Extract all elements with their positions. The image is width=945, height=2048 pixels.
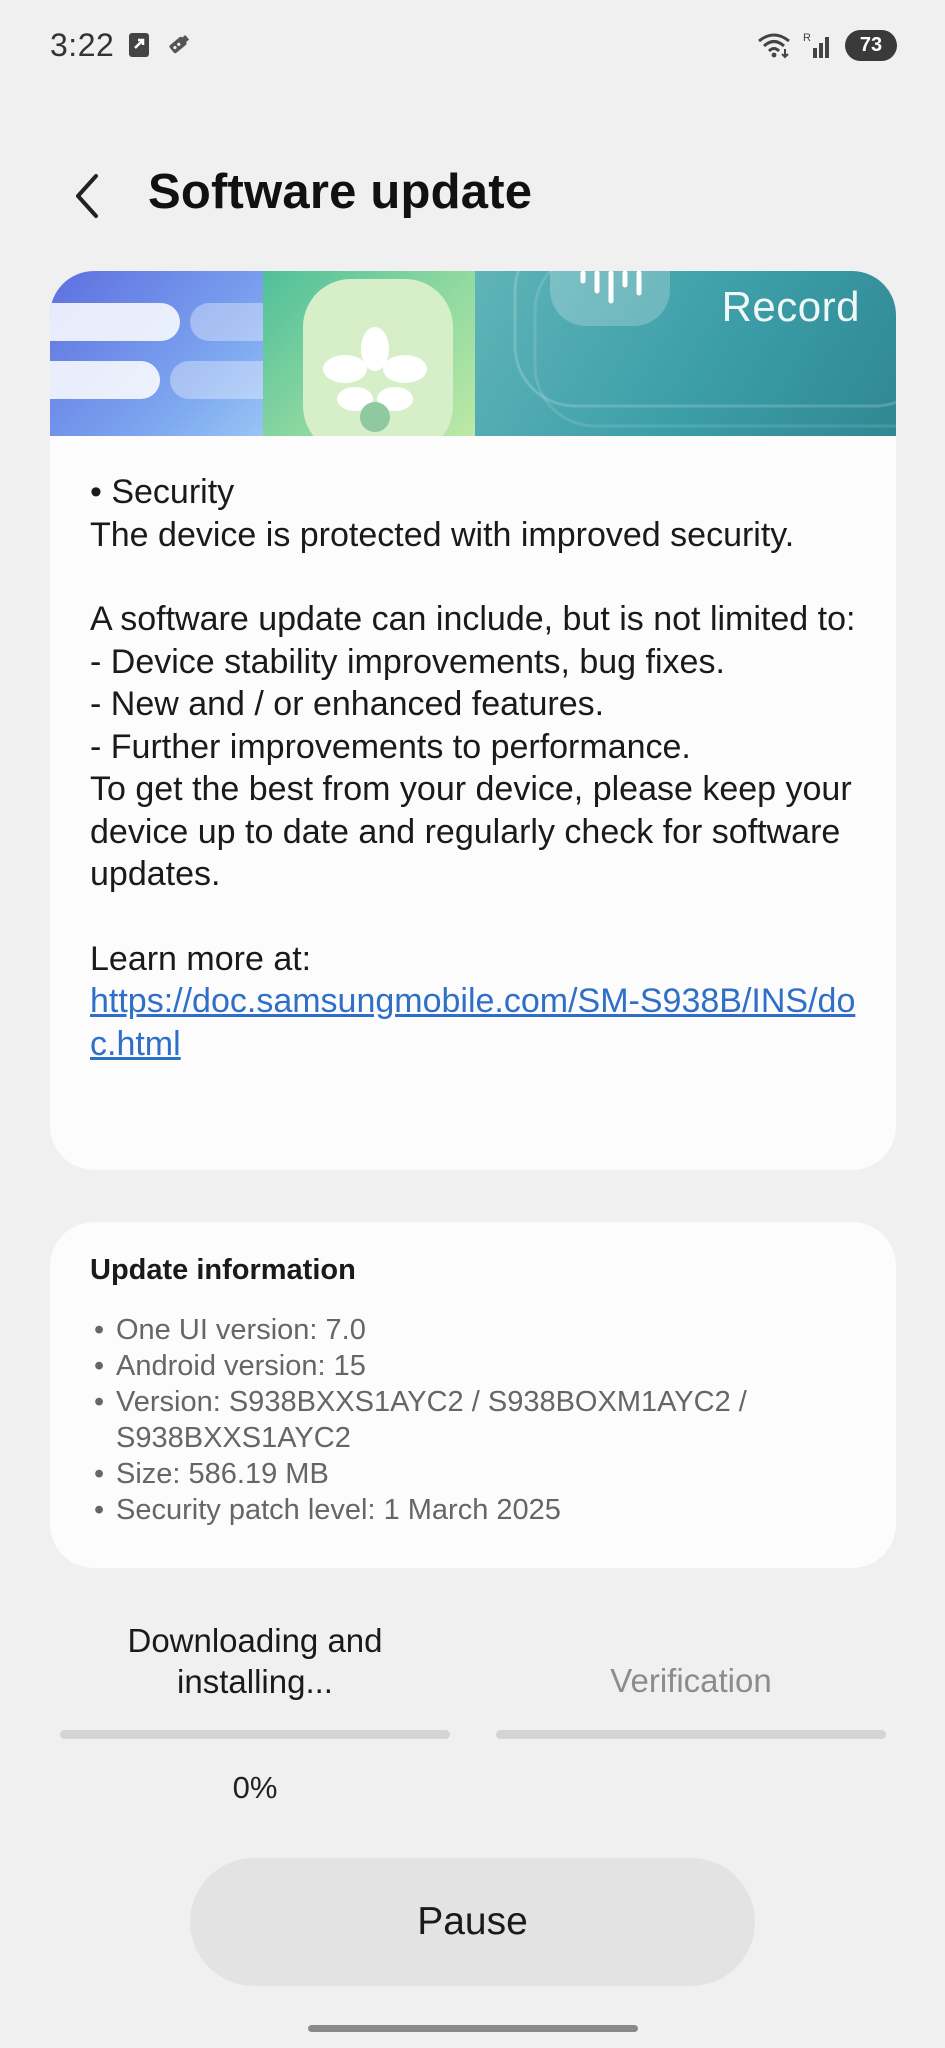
info-security-patch: Security patch level: 1 March 2025 — [94, 1492, 874, 1528]
verification-progress-bar — [496, 1730, 886, 1739]
info-one-ui-version: One UI version: 7.0 — [94, 1312, 874, 1348]
wifi-icon — [757, 31, 791, 59]
download-app-icon — [128, 32, 150, 58]
app-header: Software update — [0, 150, 945, 240]
download-progress-bar — [60, 1730, 450, 1739]
home-indicator[interactable] — [308, 2025, 638, 2032]
update-info-list: One UI version: 7.0 Android version: 15 … — [94, 1312, 874, 1528]
step-downloading-label: Downloading and installing... — [127, 1622, 383, 1700]
release-notes-text: • Security The device is protected with … — [90, 471, 870, 1065]
notes-item: - Device stability improvements, bug fix… — [90, 642, 725, 681]
status-time: 3:22 — [50, 26, 115, 63]
release-notes-card: Record • Security The device is protecte… — [50, 271, 896, 1170]
notes-item: - New and / or enhanced features. — [90, 685, 605, 723]
learn-more-label: Learn more at: — [90, 939, 312, 978]
info-size: Size: 586.19 MB — [94, 1456, 874, 1492]
status-right: R 73 — [757, 29, 897, 61]
back-button[interactable] — [62, 170, 112, 222]
info-build-version: Version: S938BXXS1AYC2 / S938BOXM1AYC2 /… — [94, 1384, 874, 1456]
notes-closing: To get the best from your device, please… — [90, 770, 852, 893]
banner-segment-settings — [50, 271, 280, 436]
update-information-card: Update information One UI version: 7.0 A… — [50, 1222, 896, 1568]
status-bar: 3:22 R 73 — [0, 0, 945, 90]
status-left: 3:22 — [50, 27, 192, 64]
signal-roaming-icon: R — [803, 30, 833, 60]
progress-percent: 0% — [232, 1770, 278, 1805]
security-heading: • Security — [90, 473, 235, 511]
usb-debug-icon — [164, 31, 192, 59]
update-intro: A software update can include, but is no… — [90, 600, 856, 638]
svg-text:R: R — [803, 32, 811, 44]
software-update-screen: 3:22 R 73 Software update Record • Secur… — [0, 0, 945, 2048]
pause-button[interactable]: Pause — [190, 1858, 755, 1986]
chevron-left-icon — [76, 174, 98, 218]
notes-item: - Further improvements to performance. — [90, 727, 691, 766]
banner-segment-record: Record — [475, 271, 896, 436]
page-title: Software update — [148, 165, 533, 219]
banner-record-label: Record — [721, 283, 860, 330]
step-verification-label: Verification — [610, 1662, 772, 1699]
info-android-version: Android version: 15 — [94, 1348, 874, 1384]
learn-more-link[interactable]: https://doc.samsungmobile.com/SM-S938B/I… — [90, 982, 855, 1063]
battery-indicator: 73 — [845, 29, 897, 61]
update-info-title: Update information — [90, 1254, 356, 1286]
banner-segment-app-icon — [263, 271, 475, 436]
feature-banner-image: Record — [50, 271, 896, 436]
security-description: The device is protected with improved se… — [90, 515, 795, 554]
